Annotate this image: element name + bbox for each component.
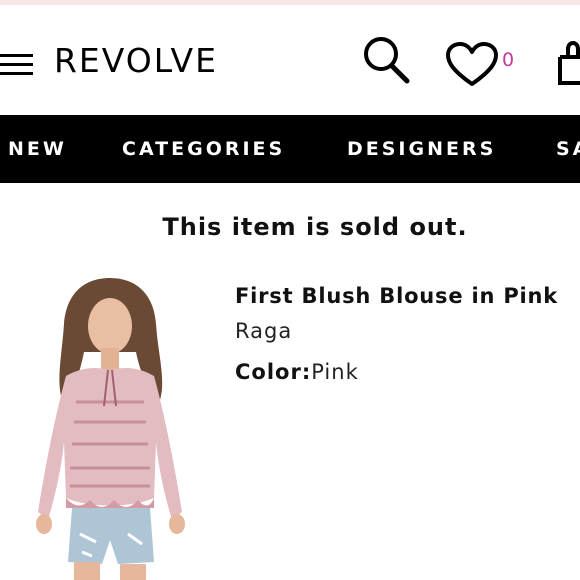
site-header: REVOLVE 0	[0, 5, 580, 115]
nav-item-categories[interactable]: CATEGORIES	[122, 115, 285, 183]
product-title[interactable]: First Blush Blouse in Pink	[235, 281, 558, 311]
main-nav: NEW CATEGORIES DESIGNERS SA	[0, 115, 580, 183]
product-brand[interactable]: Raga	[235, 316, 292, 346]
sold-out-notice: This item is sold out.	[162, 213, 468, 241]
color-label: Color:	[235, 360, 312, 384]
nav-item-sale[interactable]: SA	[556, 115, 580, 183]
nav-item-designers[interactable]: DESIGNERS	[347, 115, 496, 183]
search-icon[interactable]	[362, 35, 410, 85]
wishlist-count: 0	[502, 49, 515, 71]
site-logo[interactable]: REVOLVE	[54, 41, 218, 81]
color-value: Pink	[311, 360, 359, 384]
heart-icon[interactable]	[446, 42, 498, 88]
product-color: Color:Pink	[235, 357, 359, 387]
nav-item-new[interactable]: NEW	[8, 115, 67, 183]
product-image[interactable]	[22, 272, 198, 580]
shopping-bag-icon[interactable]	[558, 35, 580, 87]
menu-icon[interactable]	[0, 54, 34, 76]
